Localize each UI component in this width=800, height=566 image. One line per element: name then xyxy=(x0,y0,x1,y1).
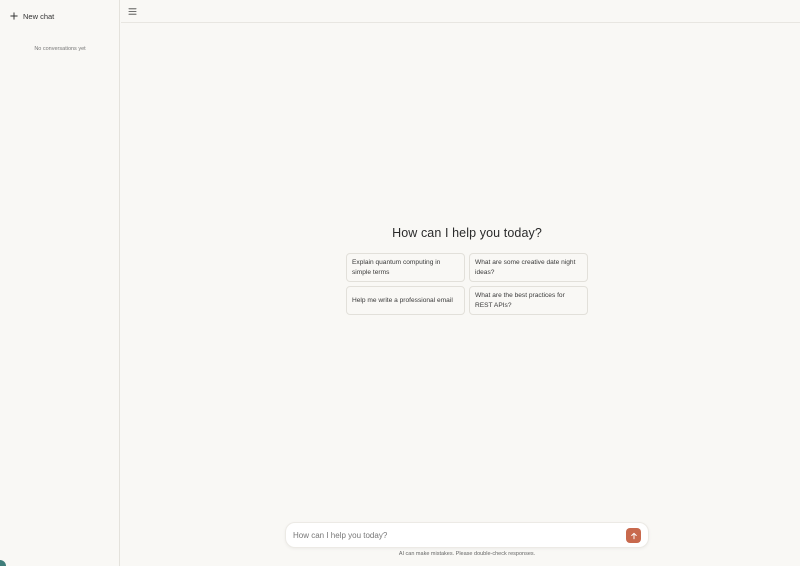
menu-icon[interactable] xyxy=(128,7,137,16)
suggestion-text: Help me write a professional email xyxy=(352,296,453,304)
new-chat-label: New chat xyxy=(23,11,55,21)
suggestion-text: What are some creative date night ideas? xyxy=(475,259,576,276)
empty-conversations-text: No conversations yet xyxy=(34,46,86,52)
suggestion-grid: Explain quantum computing in simple term… xyxy=(346,253,588,315)
suggestion-text: Explain quantum computing in simple term… xyxy=(352,259,441,276)
message-input[interactable] xyxy=(293,529,613,542)
sidebar: New chat No conversations yet xyxy=(0,0,120,566)
disclaimer-text: AI can make mistakes. Please double-chec… xyxy=(398,551,536,557)
suggestion-card[interactable]: Explain quantum computing in simple term… xyxy=(346,253,465,282)
top-bar xyxy=(121,0,800,23)
suggestion-card[interactable]: What are the best practices for REST API… xyxy=(469,286,588,315)
plus-icon xyxy=(10,12,18,20)
suggestion-text: What are the best practices for REST API… xyxy=(475,292,565,309)
new-chat-button[interactable]: New chat xyxy=(10,10,54,22)
suggestion-card[interactable]: Help me write a professional email xyxy=(346,286,465,315)
send-button[interactable] xyxy=(626,528,641,543)
arrow-up-icon xyxy=(630,532,637,539)
suggestion-card[interactable]: What are some creative date night ideas? xyxy=(469,253,588,282)
corner-accent xyxy=(0,560,6,566)
message-composer xyxy=(285,522,649,548)
welcome-headline: How can I help you today? xyxy=(392,226,542,240)
